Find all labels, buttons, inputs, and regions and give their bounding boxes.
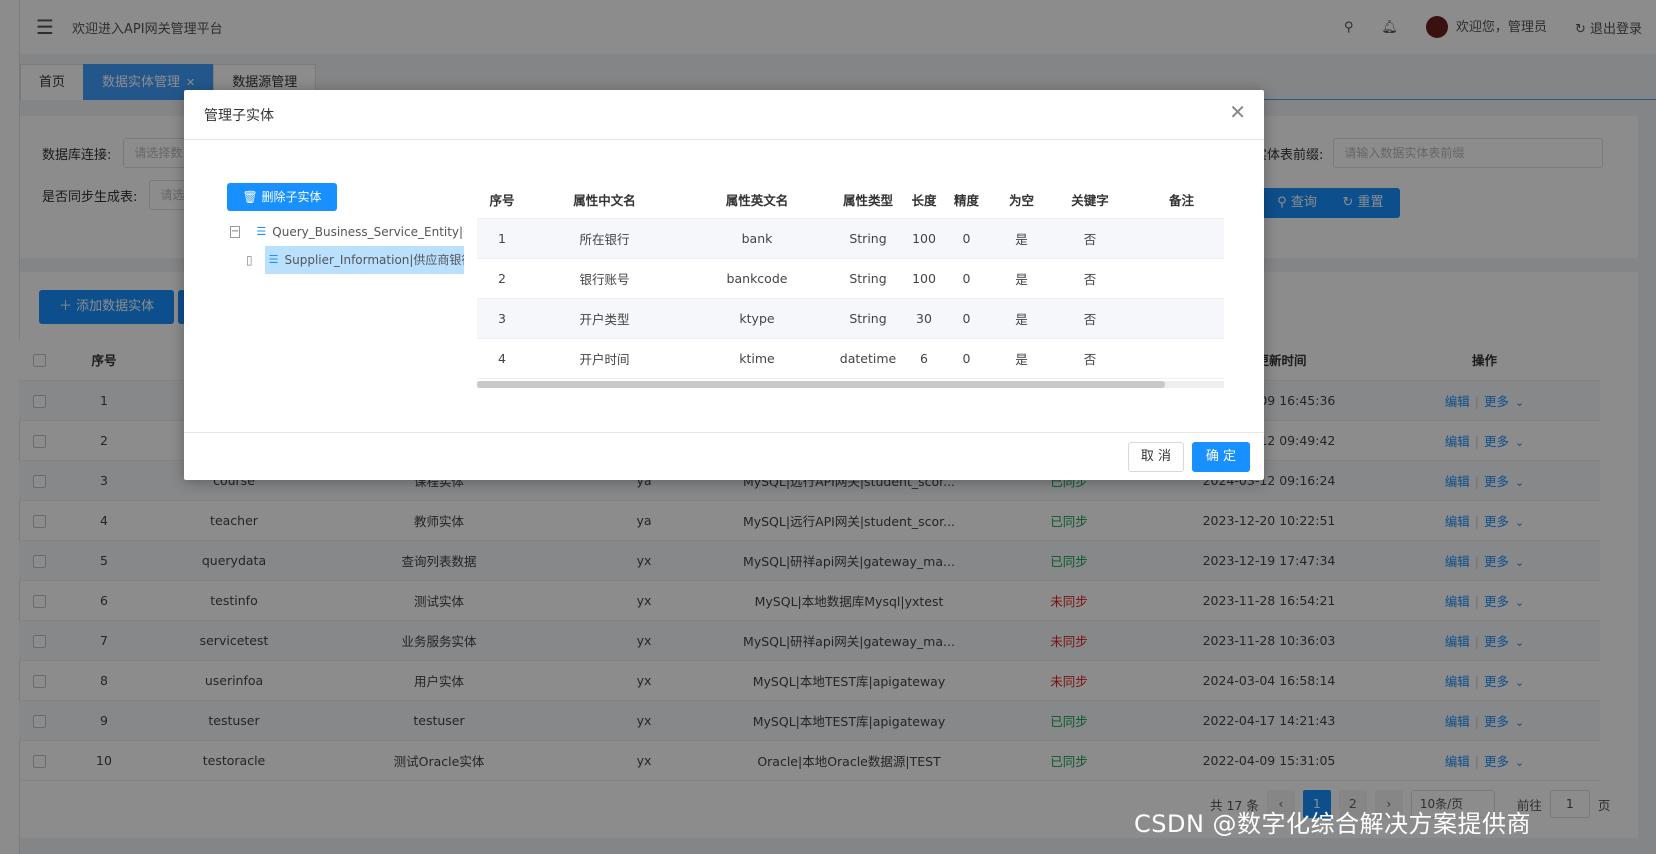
- attribute-table: 序号 属性中文名 属性英文名 属性类型 长度 精度 为空 关键字 备注 1 所在银行 bank Str…: [477, 181, 1224, 379]
- attribute-cell: 0: [944, 298, 989, 339]
- attribute-cell: [1126, 218, 1224, 259]
- attr-col-header: 属性英文名: [682, 181, 832, 219]
- attribute-cell: ktime: [682, 338, 832, 379]
- attribute-cell: 是: [989, 298, 1054, 339]
- attribute-cell: 0: [944, 258, 989, 299]
- attr-col-header: 属性中文名: [527, 181, 682, 219]
- manage-sub-entity-dialog: 管理子实体 ✕ 🗑︎ 删除子实体 − ☰ Query_Business_Serv…: [184, 90, 1264, 480]
- tree-node-child[interactable]: ▯ ☰ Supplier_Information|供应商银行账: [230, 246, 464, 274]
- attribute-row: 1 所在银行 bank String 100 0 是否: [477, 218, 1224, 259]
- attr-col-header: 备注: [1126, 181, 1224, 219]
- attribute-cell: 银行账号: [527, 258, 682, 299]
- attribute-cell: ktype: [682, 298, 832, 339]
- attribute-cell: 30: [904, 298, 944, 339]
- list-icon: ☰: [256, 225, 267, 238]
- attribute-cell: 所在银行: [527, 218, 682, 259]
- attribute-cell: 100: [904, 218, 944, 259]
- attribute-cell: String: [832, 298, 904, 339]
- attribute-cell: 4: [477, 338, 527, 379]
- list-icon: ☰: [268, 253, 279, 266]
- attr-col-header: 序号: [477, 181, 527, 219]
- delete-sub-entity-button[interactable]: 🗑︎ 删除子实体: [227, 183, 337, 211]
- dialog-footer: 取 消 确 定: [184, 432, 1264, 480]
- close-icon[interactable]: ✕: [1229, 102, 1246, 122]
- delete-label: 删除子实体: [261, 190, 322, 204]
- watermark: CSDN @数字化综合解决方案提供商: [1134, 810, 1532, 838]
- entity-tree: − ☰ Query_Business_Service_Entity|查询业 ▯ …: [230, 218, 464, 282]
- tree-node-body: ☰ Supplier_Information|供应商银行账: [264, 246, 464, 274]
- attribute-header-row: 序号 属性中文名 属性英文名 属性类型 长度 精度 为空 关键字 备注: [477, 181, 1224, 219]
- attribute-cell: 0: [944, 218, 989, 259]
- attribute-cell: 100: [904, 258, 944, 299]
- confirm-button[interactable]: 确 定: [1192, 442, 1250, 472]
- attribute-cell: String: [832, 258, 904, 299]
- attribute-cell: 是: [989, 258, 1054, 299]
- attr-col-header: 属性类型: [832, 181, 904, 219]
- scrollbar-thumb[interactable]: [477, 381, 1165, 388]
- attribute-cell: bankcode: [682, 258, 832, 299]
- attribute-cell: bank: [682, 218, 832, 259]
- attribute-row: 4 开户时间 ktime datetime 6 0 是否: [477, 338, 1224, 379]
- attribute-cell: datetime: [832, 338, 904, 379]
- attribute-cell: 3: [477, 298, 527, 339]
- attr-col-header: 精度: [944, 181, 989, 219]
- document-icon: ▯: [246, 253, 253, 267]
- collapse-icon[interactable]: −: [230, 226, 241, 238]
- tree-node-label: Query_Business_Service_Entity|查询业: [272, 225, 464, 239]
- attribute-cell: [1126, 338, 1224, 379]
- attribute-cell: 是: [989, 218, 1054, 259]
- cancel-button[interactable]: 取 消: [1128, 442, 1184, 472]
- attribute-cell: [1126, 298, 1224, 339]
- attribute-cell: 2: [477, 258, 527, 299]
- tree-node-root[interactable]: − ☰ Query_Business_Service_Entity|查询业: [230, 218, 464, 246]
- dialog-header: 管理子实体 ✕: [184, 90, 1264, 140]
- attribute-cell: [1126, 258, 1224, 299]
- dialog-title: 管理子实体: [204, 108, 274, 124]
- attribute-cell: 开户类型: [527, 298, 682, 339]
- attribute-cell: 0: [944, 338, 989, 379]
- horizontal-scrollbar[interactable]: [477, 381, 1224, 388]
- attr-col-header: 关键字: [1054, 181, 1126, 219]
- attribute-cell: 是: [989, 338, 1054, 379]
- attribute-cell: 否: [1054, 218, 1126, 259]
- attribute-table-wrap: 序号 属性中文名 属性英文名 属性类型 长度 精度 为空 关键字 备注 1 所在银行 bank Str…: [477, 181, 1224, 381]
- trash-icon: 🗑︎: [242, 190, 258, 204]
- attribute-cell: 开户时间: [527, 338, 682, 379]
- attribute-row: 2 银行账号 bankcode String 100 0 是否: [477, 258, 1224, 299]
- attribute-cell: 6: [904, 338, 944, 379]
- attribute-cell: 否: [1054, 258, 1126, 299]
- attribute-cell: 否: [1054, 338, 1126, 379]
- attribute-cell: 否: [1054, 298, 1126, 339]
- attribute-cell: 1: [477, 218, 527, 259]
- tree-node-label: Supplier_Information|供应商银行账: [284, 253, 464, 267]
- attribute-cell: String: [832, 218, 904, 259]
- attr-col-header: 长度: [904, 181, 944, 219]
- attribute-row: 3 开户类型 ktype String 30 0 是否: [477, 298, 1224, 339]
- attr-col-header: 为空: [989, 181, 1054, 219]
